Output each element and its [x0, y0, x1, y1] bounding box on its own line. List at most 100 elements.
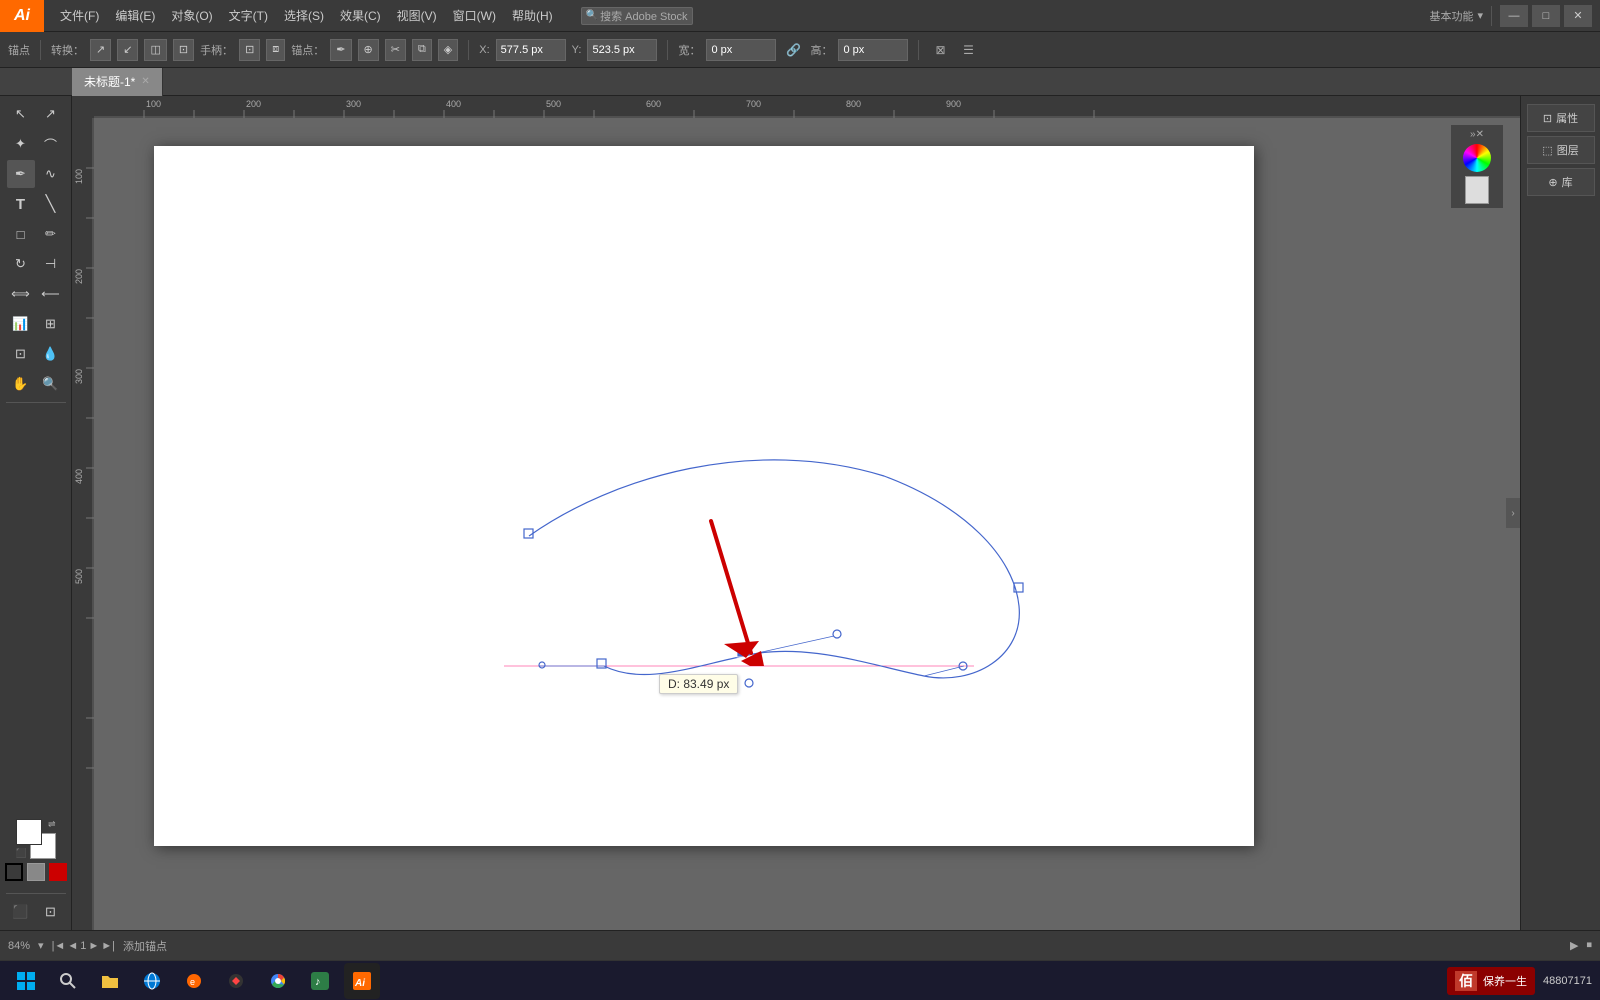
canvas-area[interactable]: 100 200 300 400 500 600 700 800 900	[72, 96, 1520, 930]
pen-tool-btn[interactable]: ✒	[7, 160, 35, 188]
convert-label: 转换：	[51, 42, 84, 58]
eyedropper-tool-btn[interactable]: 💧	[37, 340, 65, 368]
page-next-btn[interactable]: ►	[88, 940, 99, 952]
magic-wand-tool-btn[interactable]: ✦	[7, 130, 35, 158]
x-value-input[interactable]: 577.5 px	[496, 39, 566, 61]
default-colors-icon[interactable]: ⬛	[16, 848, 27, 859]
color-wheel-btn[interactable]	[1463, 144, 1491, 172]
hand-tool-btn[interactable]: ✋	[7, 370, 35, 398]
menu-view[interactable]: 视图(V)	[389, 0, 445, 32]
app-icon-3: e	[185, 972, 203, 990]
layers-panel-btn[interactable]: ⬚ 图层	[1527, 136, 1595, 164]
page-prev-btn[interactable]: ◄	[67, 940, 78, 952]
taskbar-chrome-btn[interactable]	[260, 963, 296, 999]
taskbar: e ♪ Ai 佰 保养一生 488	[0, 960, 1600, 1000]
point-btn4[interactable]: ⧉	[412, 39, 432, 61]
link-wh-icon[interactable]: 🔗	[782, 39, 804, 61]
taskbar-brand-btn[interactable]: 佰 保养一生	[1447, 967, 1535, 995]
line-tool-btn[interactable]: ╲	[37, 190, 65, 218]
close-button[interactable]: ✕	[1564, 5, 1592, 27]
menu-file[interactable]: 文件(F)	[52, 0, 107, 32]
doc-tab-active[interactable]: 未标题-1* ✕	[72, 68, 163, 96]
column-graph-tool-btn[interactable]: 📊	[7, 310, 35, 338]
search-icon	[59, 972, 77, 990]
taskbar-app3-btn[interactable]: e	[176, 963, 212, 999]
convert-sym-btn[interactable]: ◫	[144, 39, 166, 61]
ai-logo-icon: Ai	[0, 0, 44, 32]
curvature-tool-btn[interactable]: ∿	[37, 160, 65, 188]
draw-mode-btn2[interactable]: ⊡	[37, 898, 65, 926]
color-area: ⇌ ⬛	[5, 811, 67, 889]
menu-effect[interactable]: 效果(C)	[332, 0, 389, 32]
warp-tool-btn[interactable]: ⟵	[37, 280, 65, 308]
menu-type[interactable]: 文字(T)	[221, 0, 276, 32]
ruler-v-svg: 100 200 300 400 500	[72, 118, 94, 930]
start-button[interactable]	[8, 963, 44, 999]
width-tool-btn[interactable]: ⟺	[7, 280, 35, 308]
transform-icon[interactable]: ⊠	[929, 39, 951, 61]
direct-select-tool-btn[interactable]: ↗	[37, 100, 65, 128]
doc-tab-close-icon[interactable]: ✕	[141, 76, 149, 87]
properties-panel-btn[interactable]: ⊡ 属性	[1527, 104, 1595, 132]
right-collapse-btn[interactable]: ›	[1506, 498, 1520, 528]
status-play-btn[interactable]: ▶	[1570, 939, 1578, 952]
rotate-tool-btn[interactable]: ↻	[7, 250, 35, 278]
point-btn1[interactable]: ✒	[330, 39, 351, 61]
maximize-button[interactable]: □	[1532, 5, 1560, 27]
menu-help[interactable]: 帮助(H)	[504, 0, 561, 32]
taskbar-files-btn[interactable]	[92, 963, 128, 999]
type-tool-btn[interactable]: T	[7, 190, 35, 218]
mini-palette-close-icon[interactable]: ✕	[1476, 129, 1484, 140]
ruler-h-svg: 100 200 300 400 500 600 700 800 900	[94, 96, 1520, 118]
doc-tab-title: 未标题-1*	[84, 73, 135, 90]
minimize-button[interactable]: —	[1500, 5, 1528, 27]
fg-bg-color-display: ⇌ ⬛	[16, 819, 56, 859]
title-bar-controls: 基本功能 ▾ — □ ✕	[1429, 5, 1600, 27]
pencil-tool-btn[interactable]: ✏	[37, 220, 65, 248]
svg-text:♪: ♪	[315, 976, 321, 988]
taskbar-browser-btn[interactable]	[134, 963, 170, 999]
lasso-tool-btn[interactable]: ⌒	[37, 130, 65, 158]
zoom-tool-btn[interactable]: 🔍	[37, 370, 65, 398]
swap-colors-icon[interactable]: ⇌	[48, 819, 56, 830]
convert-smooth-btn[interactable]: ↗	[90, 39, 111, 61]
select-tool-btn[interactable]: ↖	[7, 100, 35, 128]
menu-edit[interactable]: 编辑(E)	[107, 0, 163, 32]
point-btn2[interactable]: ⊕	[358, 39, 379, 61]
draw-mode-btn1[interactable]: ⬛	[7, 898, 35, 926]
w-value-input[interactable]: 0 px	[706, 39, 776, 61]
mirror-tool-btn[interactable]: ⊣	[37, 250, 65, 278]
white-page-icon[interactable]	[1465, 176, 1489, 204]
menu-select[interactable]: 选择(S)	[276, 0, 332, 32]
control-bar: 锚点 转换： ↗ ↙ ◫ ⊡ 手柄： ⊡ ⧈ 锚点： ✒ ⊕ ✂ ⧉ ◈ X: …	[0, 32, 1600, 68]
handle-btn2[interactable]: ⧈	[266, 39, 285, 61]
taskbar-search-btn[interactable]	[50, 963, 86, 999]
menu-object[interactable]: 对象(O)	[163, 0, 220, 32]
point-btn3[interactable]: ✂	[385, 39, 406, 61]
align-icon[interactable]: ☰	[957, 39, 979, 61]
status-stop-btn[interactable]: ⏹	[1587, 939, 1593, 952]
handle-btn1[interactable]: ⊡	[239, 39, 260, 61]
none-swatch[interactable]	[5, 863, 23, 881]
y-value-input[interactable]: 523.5 px	[587, 39, 657, 61]
page-first-btn[interactable]: |◄	[52, 940, 66, 952]
convert-corner2-btn[interactable]: ⊡	[173, 39, 194, 61]
page-last-btn[interactable]: ►|	[101, 940, 115, 952]
convert-corner-btn[interactable]: ↙	[117, 39, 138, 61]
library-panel-btn[interactable]: ⊕ 库	[1527, 168, 1595, 196]
menu-window[interactable]: 窗口(W)	[445, 0, 504, 32]
taskbar-music-btn[interactable]: ♪	[302, 963, 338, 999]
artboard-tool-btn[interactable]: ⊞	[37, 310, 65, 338]
red-swatch[interactable]	[49, 863, 67, 881]
taskbar-app4-btn[interactable]	[218, 963, 254, 999]
slice-tool-btn[interactable]: ⊡	[7, 340, 35, 368]
adobe-stock-label: 搜索 Adobe Stock	[600, 8, 687, 24]
zoom-dropdown-btn[interactable]: ▾	[38, 939, 44, 952]
rect-tool-btn[interactable]: □	[7, 220, 35, 248]
x-label: X:	[479, 44, 489, 56]
foreground-color-swatch[interactable]	[16, 819, 42, 845]
h-value-input[interactable]: 0 px	[838, 39, 908, 61]
point-btn5[interactable]: ◈	[438, 39, 458, 61]
gray-swatch[interactable]	[27, 863, 45, 881]
taskbar-illustrator-btn[interactable]: Ai	[344, 963, 380, 999]
